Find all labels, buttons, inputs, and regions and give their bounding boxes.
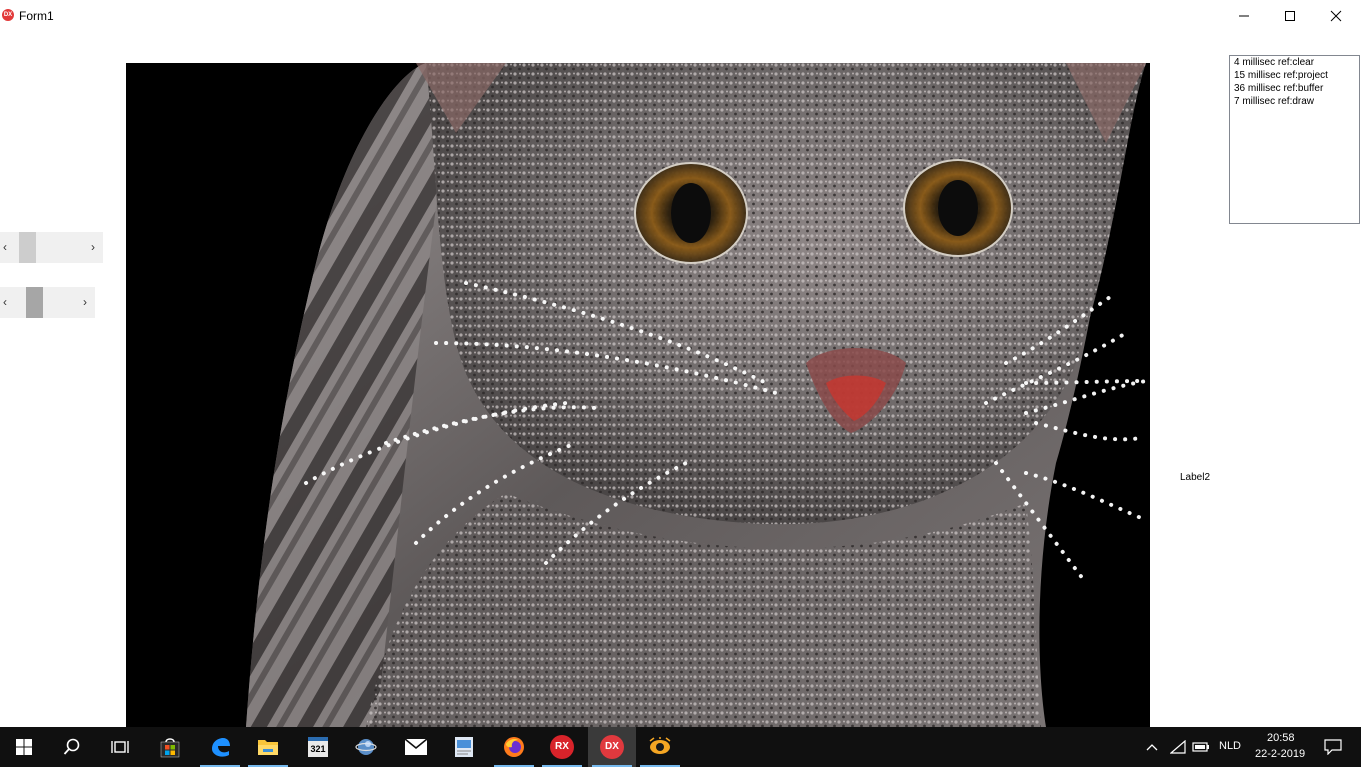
maximize-icon: [1285, 10, 1295, 21]
search-icon: [63, 738, 80, 755]
wifi-icon: [1170, 740, 1186, 754]
app-icon: DX: [2, 9, 14, 21]
taskbar-maps[interactable]: [342, 727, 390, 767]
chevron-up-icon: [1146, 744, 1158, 751]
taskbar-edge[interactable]: [196, 727, 244, 767]
close-button[interactable]: [1313, 0, 1359, 31]
taskbar-dx-app[interactable]: DX: [588, 727, 636, 767]
firefox-icon: [504, 737, 524, 757]
title-bar[interactable]: DX Form1: [0, 0, 1361, 31]
timing-memo[interactable]: 4 millisec ref:clear 15 millisec ref:pro…: [1229, 55, 1360, 224]
windows-icon: [16, 739, 32, 755]
label2: Label2: [1180, 472, 1211, 483]
start-button[interactable]: [0, 727, 48, 767]
memo-line: 4 millisec ref:clear: [1234, 57, 1315, 68]
window-title: Form1: [19, 9, 54, 23]
search-button[interactable]: [48, 727, 96, 767]
taskbar-mail[interactable]: [392, 727, 440, 767]
scroll-left-arrow[interactable]: ‹: [3, 296, 7, 308]
scroll-right-arrow[interactable]: ›: [83, 296, 87, 308]
memo-line: 7 millisec ref:draw: [1234, 96, 1315, 107]
action-center-button[interactable]: [1313, 727, 1353, 767]
task-view-button[interactable]: [96, 727, 144, 767]
edge-icon: [212, 738, 230, 757]
calendar-321-icon: 321: [308, 737, 328, 757]
language-indicator[interactable]: NLD: [1219, 740, 1241, 752]
taskbar-xnview[interactable]: [636, 727, 684, 767]
scroll-left-arrow[interactable]: ‹: [3, 241, 7, 253]
scrollbar-2[interactable]: ‹ ›: [0, 287, 95, 318]
battery-button[interactable]: [1189, 727, 1213, 767]
dx-icon: DX: [600, 735, 624, 759]
xnview-icon: [649, 737, 671, 754]
taskbar-rx-app[interactable]: RX: [538, 727, 586, 767]
scrollbar-1[interactable]: ‹ ›: [0, 232, 103, 263]
taskbar-store[interactable]: [146, 727, 194, 767]
taskbar: 321 RX DX NLD 20:58 22-2-2019: [0, 727, 1361, 767]
scrollbar-thumb[interactable]: [26, 287, 43, 318]
minimize-button[interactable]: [1221, 0, 1267, 31]
maximize-button[interactable]: [1267, 0, 1313, 31]
show-hidden-icons-button[interactable]: [1140, 727, 1164, 767]
mail-icon: [404, 738, 428, 755]
clock-time[interactable]: 20:58: [1267, 732, 1295, 744]
close-icon: [1330, 10, 1342, 21]
photos-icon: [455, 737, 473, 757]
taskbar-file-explorer[interactable]: [244, 727, 292, 767]
cat-point-cloud-image: [246, 63, 1148, 727]
rx-icon: RX: [550, 735, 574, 759]
store-icon: [160, 738, 180, 758]
task-view-icon: [111, 741, 129, 753]
form-window: DX Form1 ‹ › ‹ › 4 millisec ref:clear 15…: [0, 0, 1361, 727]
network-button[interactable]: [1166, 727, 1190, 767]
globe-icon: [355, 739, 377, 755]
battery-icon: [1192, 742, 1209, 752]
memo-line: 15 millisec ref:project: [1234, 70, 1328, 81]
clock-date[interactable]: 22-2-2019: [1255, 748, 1305, 760]
folder-icon: [258, 740, 278, 755]
render-canvas[interactable]: [126, 63, 1150, 727]
memo-line: 36 millisec ref:buffer: [1234, 83, 1324, 94]
taskbar-calendar-321[interactable]: 321: [294, 727, 342, 767]
taskbar-photos[interactable]: [440, 727, 488, 767]
scroll-right-arrow[interactable]: ›: [91, 241, 95, 253]
minimize-icon: [1239, 15, 1249, 16]
scrollbar-thumb[interactable]: [19, 232, 36, 263]
notification-icon: [1324, 739, 1342, 755]
taskbar-firefox[interactable]: [490, 727, 538, 767]
